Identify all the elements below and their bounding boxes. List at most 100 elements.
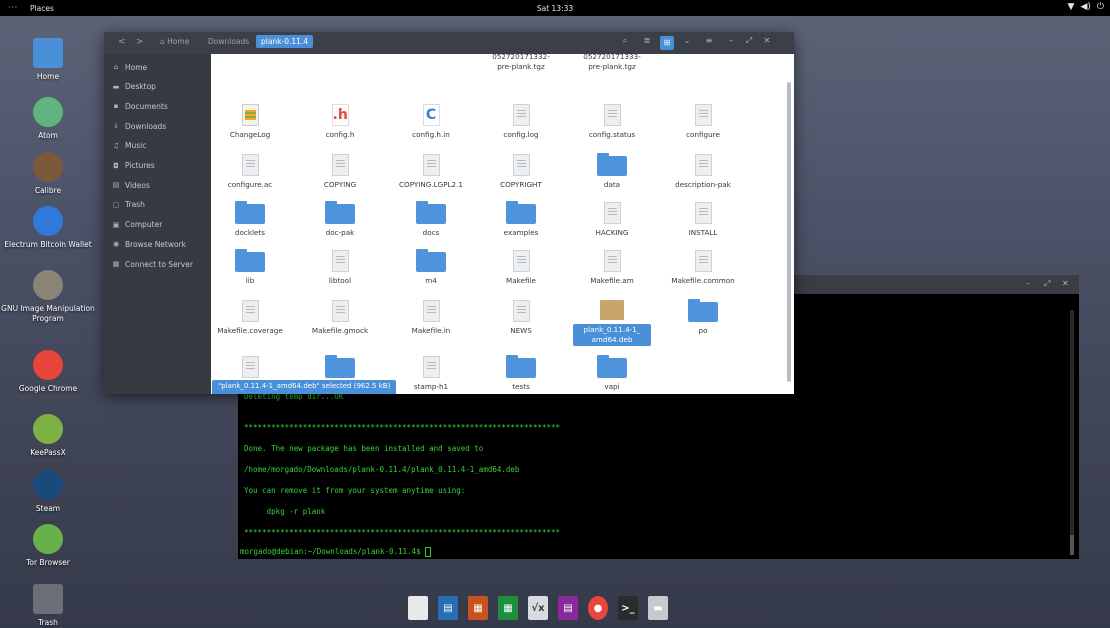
desktop-icon-gimp[interactable]: GNU Image Manipulation Program [0, 270, 96, 324]
file-item[interactable]: Makefile.in [392, 300, 470, 336]
folder-item[interactable]: m4 [392, 249, 470, 286]
file-item[interactable]: Makefile.common [664, 250, 742, 286]
file-cabinet-icon[interactable]: ▬ [648, 596, 668, 620]
sidebar-item-browse-network[interactable]: ◉ Browse Network [110, 237, 210, 251]
file-item[interactable]: Makefile.coverage [211, 300, 289, 336]
text-editor-icon[interactable] [408, 596, 428, 620]
grid-view-icon[interactable]: ⊞ [660, 36, 674, 50]
search-icon[interactable]: ⌕ [618, 36, 632, 46]
folder-item[interactable] [301, 355, 379, 382]
file-grid[interactable]: aclocal.m4AUTHORSautogen.shbackup- 05272… [211, 54, 794, 394]
desktop-icon-chrome[interactable]: Google Chrome [0, 350, 96, 394]
file-item[interactable]: libtool [301, 250, 379, 286]
file-item[interactable]: NEWS [482, 300, 560, 336]
file-grid-scrollbar[interactable] [787, 82, 791, 382]
libreoffice-impress-icon[interactable]: ▦ [468, 596, 488, 620]
desktop-icon-trash[interactable]: Trash [0, 584, 96, 628]
file-item[interactable]: backup- 052720171333- pre-plank.tgz [573, 54, 651, 72]
file-item[interactable]: description-pak [664, 154, 742, 190]
sidebar-item-desktop[interactable]: ▬ Desktop [110, 80, 210, 94]
maximize-icon[interactable]: ⤢ [1044, 279, 1050, 289]
back-button[interactable]: < [118, 37, 126, 47]
file-item[interactable]: Makefile.gmock [301, 300, 379, 336]
network-icon[interactable]: ▼ [1068, 2, 1075, 12]
file-item[interactable]: config.status [573, 104, 651, 140]
breadcrumb-current[interactable]: plank-0.11.4 [256, 35, 314, 48]
desktop-icon-atom[interactable]: Atom [0, 97, 96, 141]
sidebar-item-documents[interactable]: ▪ Documents [110, 99, 210, 113]
folder-item[interactable]: tests [482, 355, 560, 392]
file-item[interactable]: INSTALL [664, 202, 742, 238]
folder-item[interactable]: lib [211, 249, 289, 286]
file-item[interactable]: COPYING.LGPL2.1 [392, 154, 470, 190]
minimize-icon[interactable]: – [724, 36, 738, 45]
folder-item[interactable]: docklets [211, 201, 289, 238]
folder-item[interactable]: po [664, 299, 742, 336]
file-item[interactable]: configure [664, 104, 742, 140]
file-item[interactable]: plank_0.11.4-1_ amd64.deb [573, 300, 651, 346]
folder-item[interactable]: data [573, 153, 651, 190]
folder-item[interactable]: doc-pak [301, 201, 379, 238]
file-item[interactable]: COPYING [301, 154, 379, 190]
libreoffice-math-icon[interactable]: √x [528, 596, 548, 620]
list-view-icon[interactable]: ≣ [640, 36, 654, 45]
sidebar-item-label: Documents [125, 101, 168, 111]
sidebar-item-pictures[interactable]: ◘ Pictures [110, 159, 210, 173]
close-icon[interactable]: ✕ [1062, 279, 1069, 288]
folder-item[interactable]: vapi [573, 355, 651, 392]
file-manager-window[interactable]: < > ⌂ Home Downloads plank-0.11.4 ⌕ ≣ ⊞ … [104, 32, 794, 394]
menu-icon[interactable]: ≡ [702, 36, 716, 45]
desktop-icon-electrum[interactable]: Electrum Bitcoin Wallet [0, 206, 96, 250]
clock[interactable]: Sat 13:33 [0, 4, 1110, 13]
libreoffice-base-icon[interactable]: ▤ [558, 596, 578, 620]
terminal-scrollbar[interactable] [1070, 310, 1074, 555]
sidebar-item-trash[interactable]: ▢ Trash [110, 198, 210, 212]
file-item[interactable]: config.log [482, 104, 560, 140]
file-item[interactable]: HACKING [573, 202, 651, 238]
desktop-icon-calibre[interactable]: Calibre [0, 152, 96, 196]
desktop-icon-tor[interactable]: Tor Browser [0, 524, 96, 568]
breadcrumb-downloads[interactable]: Downloads [208, 37, 249, 46]
maximize-icon[interactable]: ⤢ [742, 36, 756, 46]
folder-item[interactable]: docs [392, 201, 470, 238]
view-options-icon[interactable]: ⌄ [680, 36, 694, 45]
file-manager-headerbar[interactable]: < > ⌂ Home Downloads plank-0.11.4 ⌕ ≣ ⊞ … [104, 32, 794, 54]
file-item[interactable]: Makefile.am [573, 250, 651, 286]
scrollbar-thumb[interactable] [1070, 535, 1074, 555]
breadcrumb-home[interactable]: ⌂ Home [160, 37, 189, 46]
trash-icon [33, 584, 63, 614]
file-item[interactable] [211, 356, 289, 382]
desktop-icon-steam[interactable]: Steam [0, 470, 96, 514]
text-file-icon [512, 104, 530, 126]
file-item[interactable]: Cconfig.h.in [392, 104, 470, 140]
file-item[interactable]: COPYRIGHT [482, 154, 560, 190]
power-icon[interactable]: ⏻ [1097, 2, 1104, 12]
terminal-icon[interactable]: >_ [618, 596, 638, 620]
terminal-prompt[interactable]: morgado@debian:~/Downloads/plank-0.11.4$ [240, 547, 432, 557]
volume-icon[interactable]: ◀) [1080, 2, 1090, 12]
file-item[interactable]: stamp-h1 [392, 356, 470, 392]
file-item[interactable]: ChangeLog [211, 104, 289, 140]
desktop-icon-folder-home[interactable]: Home [0, 38, 96, 82]
sidebar-item-downloads[interactable]: ↓ Downloads [110, 119, 210, 133]
sidebar-item-computer[interactable]: ▣ Computer [110, 218, 210, 232]
sidebar-item-music[interactable]: ♫ Music [110, 139, 210, 153]
folder-item[interactable]: examples [482, 201, 560, 238]
desktop-icon-keepassx[interactable]: KeePassX [0, 414, 96, 458]
sidebar-item-connect-to-server[interactable]: ▦ Connect to Server [110, 257, 210, 271]
libreoffice-calc-icon[interactable]: ▦ [498, 596, 518, 620]
minimize-icon[interactable]: – [1026, 279, 1030, 288]
chrome-icon[interactable]: ● [588, 596, 608, 620]
file-item[interactable]: configure.ac [211, 154, 289, 190]
sidebar-item-videos[interactable]: ▤ Videos [110, 178, 210, 192]
file-item[interactable]: .h config.h [301, 104, 379, 140]
close-icon[interactable]: ✕ [760, 36, 774, 45]
sidebar-item-home[interactable]: ⌂ Home [110, 60, 210, 74]
file-item[interactable]: Makefile [482, 250, 560, 286]
system-tray[interactable]: ▼ ◀) ⏻ [1068, 2, 1104, 12]
prompt-text: morgado@debian:~/Downloads/plank-0.11.4$ [240, 547, 426, 556]
file-item[interactable]: backup- 052720171332- pre-plank.tgz [482, 54, 560, 72]
libreoffice-writer-icon[interactable]: ▤ [438, 596, 458, 620]
forward-button[interactable]: > [136, 37, 144, 47]
desktop-icon-label: Atom [38, 131, 58, 140]
